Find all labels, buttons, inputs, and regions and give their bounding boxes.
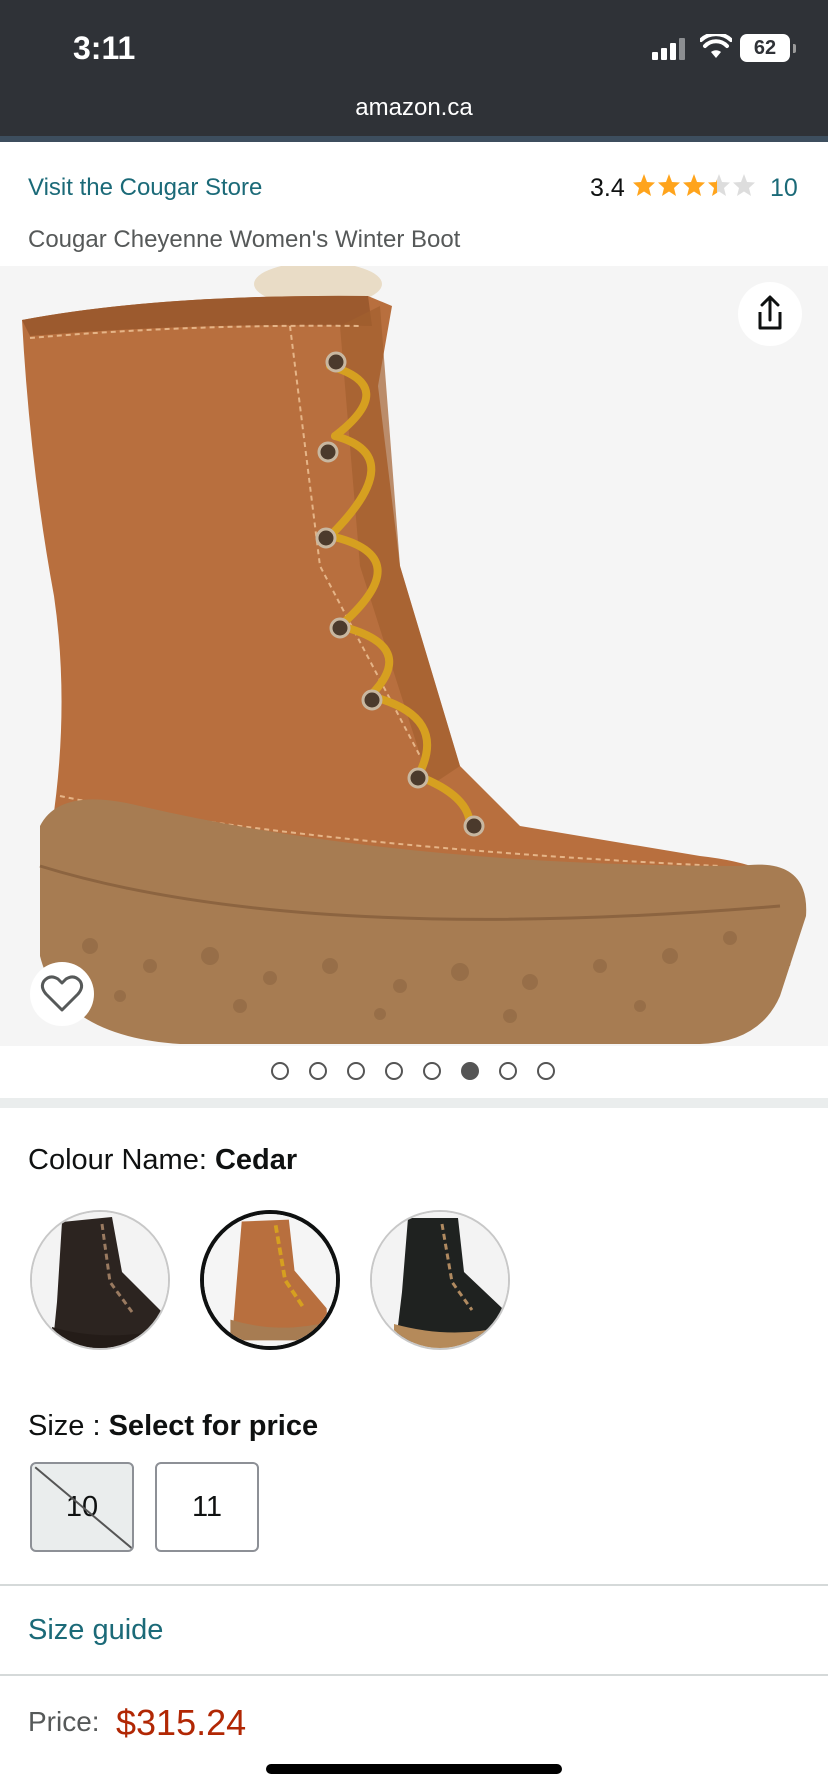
rating-count-link[interactable]: 10: [770, 174, 798, 203]
carousel-dot[interactable]: [537, 1062, 555, 1080]
size-selected-value: Select for price: [108, 1410, 319, 1442]
rating-value[interactable]: 3.4: [590, 174, 625, 203]
price-value: $315.24: [116, 1702, 247, 1743]
share-icon: [758, 295, 782, 330]
cellular-signal-icon: [652, 38, 688, 60]
size-label: Size :: [28, 1410, 109, 1442]
unavailable-strike: [34, 1466, 132, 1550]
carousel-dot[interactable]: [347, 1062, 365, 1080]
cedar-boot-thumbnail: [204, 1214, 336, 1346]
divider: [0, 1674, 828, 1676]
black-boot-thumbnail: [32, 1212, 168, 1348]
heart-icon: [40, 975, 84, 1012]
size-option-11[interactable]: 11: [155, 1462, 259, 1552]
add-to-wishlist-button[interactable]: [30, 962, 94, 1026]
status-time: 3:11: [73, 30, 136, 66]
size-option-label: 11: [191, 1491, 223, 1523]
size-option-10[interactable]: 10: [30, 1462, 134, 1552]
header-divider: [0, 136, 828, 142]
battery-icon: 62: [740, 34, 796, 62]
visit-store-link[interactable]: Visit the Cougar Store: [28, 174, 262, 202]
carousel-dot[interactable]: [271, 1062, 289, 1080]
carousel-dot[interactable]: [309, 1062, 327, 1080]
carousel-dot[interactable]: [423, 1062, 441, 1080]
home-indicator: [266, 1764, 562, 1774]
carousel-dot[interactable]: [385, 1062, 403, 1080]
product-image-carousel[interactable]: [0, 266, 828, 1046]
address-bar-url[interactable]: amazon.ca: [0, 94, 828, 122]
price-label: Price:: [28, 1706, 100, 1737]
colour-selected-value: Cedar: [214, 1144, 298, 1176]
colour-name-row: Colour Name: Cedar: [28, 1144, 297, 1177]
size-guide-link[interactable]: Size guide: [28, 1614, 163, 1647]
share-button[interactable]: [738, 282, 802, 346]
wifi-icon: [700, 34, 732, 58]
product-title: Cougar Cheyenne Women's Winter Boot: [28, 226, 461, 253]
carousel-dot[interactable]: [499, 1062, 517, 1080]
star-rating-icon[interactable]: [632, 171, 756, 199]
size-row: Size : Select for price: [28, 1410, 318, 1443]
section-divider: [0, 1098, 828, 1108]
colour-swatch-black-tan[interactable]: [370, 1210, 510, 1350]
boot-image: [22, 266, 807, 1044]
carousel-dot[interactable]: [461, 1062, 479, 1080]
carousel-indicators[interactable]: [271, 1062, 555, 1080]
colour-swatch-cedar[interactable]: [200, 1210, 340, 1350]
divider: [0, 1584, 828, 1586]
colour-swatch-black[interactable]: [30, 1210, 170, 1350]
black-tan-boot-thumbnail: [372, 1212, 508, 1348]
colour-label: Colour Name:: [28, 1144, 215, 1176]
browser-top-bar: 3:11 62 amazon.ca: [0, 0, 828, 136]
